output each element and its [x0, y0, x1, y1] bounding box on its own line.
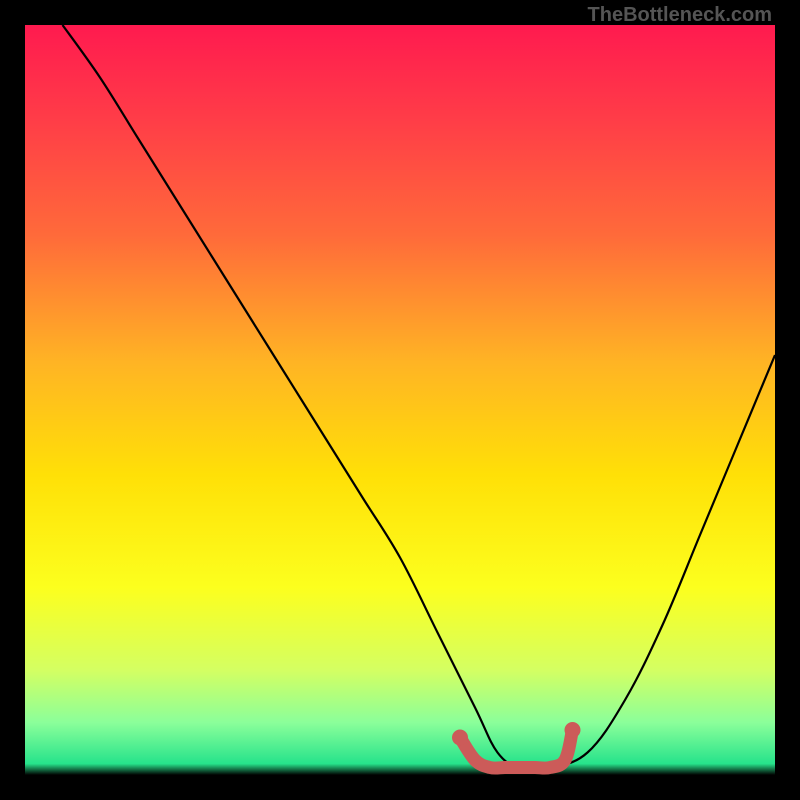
bottleneck-curve [63, 25, 776, 770]
optimal-marker-end [565, 722, 581, 738]
watermark-text: TheBottleneck.com [588, 4, 772, 27]
curve-layer [25, 25, 775, 775]
optimal-marker [460, 730, 573, 768]
optimal-marker-start [452, 730, 468, 746]
plot-area [25, 25, 775, 775]
chart-frame [25, 25, 775, 775]
